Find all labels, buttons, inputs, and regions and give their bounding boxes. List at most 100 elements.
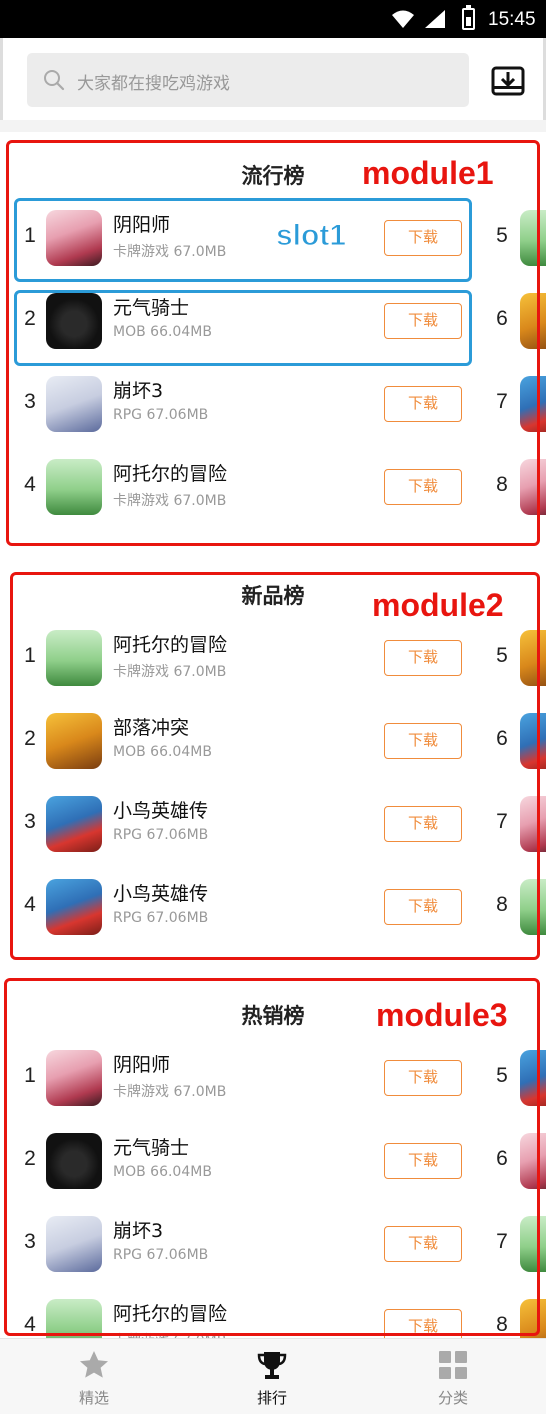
app-icon[interactable] — [520, 1050, 546, 1106]
download-button[interactable]: 下载 — [384, 889, 462, 925]
app-name: 阿托尔的冒险 — [113, 634, 228, 656]
download-button[interactable]: 下载 — [384, 469, 462, 505]
section-divider — [0, 120, 546, 132]
app-size: 67.06MB — [146, 1247, 209, 1263]
app-category: 卡牌游戏 — [113, 493, 169, 509]
rank-number: 5 — [496, 644, 508, 667]
app-row[interactable]: 4 小鸟英雄传 RPG 67.06MB 下载 — [0, 865, 480, 947]
rank-number: 6 — [496, 1147, 508, 1170]
app-category: RPG — [113, 1247, 143, 1263]
battery-icon — [462, 5, 475, 30]
rank-number: 3 — [24, 1230, 36, 1253]
rank-number: 2 — [24, 727, 36, 750]
nav-ranking[interactable]: 排行 — [212, 1339, 332, 1414]
nav-category[interactable]: 分类 — [393, 1339, 513, 1414]
app-row[interactable]: 3 小鸟英雄传 RPG 67.06MB 下载 — [0, 782, 480, 864]
app-category: RPG — [113, 827, 143, 843]
slot-annotation-box — [14, 290, 472, 366]
slot-annotation-label: slot1 — [275, 219, 347, 253]
app-name: 崩坏3 — [113, 1220, 164, 1242]
next-column-peek: 7 — [492, 1202, 546, 1284]
app-icon[interactable] — [520, 630, 546, 686]
app-row[interactable]: 2 部落冲突 MOB 66.04MB 下载 — [0, 699, 480, 781]
next-column-peek: 8 — [492, 865, 546, 947]
rank-number: 6 — [496, 727, 508, 750]
nav-label: 精选 — [78, 1389, 109, 1407]
download-manager-icon[interactable] — [491, 66, 525, 96]
app-icon[interactable] — [520, 376, 546, 432]
app-icon[interactable] — [520, 713, 546, 769]
app-size: 67.0MB — [173, 493, 227, 509]
app-meta: 卡牌游戏 67.0MB — [113, 490, 226, 510]
app-size: 67.06MB — [146, 407, 209, 423]
top-bar: 大家都在搜吃鸡游戏 — [0, 38, 546, 120]
app-icon[interactable] — [46, 1050, 102, 1106]
app-icon[interactable] — [46, 630, 102, 686]
next-column-peek: 5 — [492, 1036, 546, 1118]
rank-number: 4 — [24, 473, 36, 496]
app-meta: MOB 66.04MB — [113, 744, 212, 760]
app-row[interactable]: 3 崩坏3 RPG 67.06MB 下载 — [0, 362, 480, 444]
nav-featured[interactable]: 精选 — [34, 1339, 154, 1414]
next-column-peek: 7 — [492, 782, 546, 864]
module-annotation-label: module2 — [372, 587, 504, 623]
app-icon[interactable] — [46, 879, 102, 935]
next-column-peek: 8 — [492, 445, 546, 527]
app-name: 阿托尔的冒险 — [113, 463, 228, 485]
app-icon[interactable] — [520, 879, 546, 935]
app-row[interactable]: 2 元气骑士 MOB 66.04MB 下载 — [0, 1119, 480, 1201]
app-row[interactable]: 1 阴阳师 卡牌游戏 67.0MB 下载 — [0, 1036, 480, 1118]
rank-number: 5 — [496, 224, 508, 247]
app-category: RPG — [113, 910, 143, 926]
app-name: 小鸟英雄传 — [113, 883, 209, 905]
app-icon[interactable] — [520, 1133, 546, 1189]
rank-number: 4 — [24, 1313, 36, 1336]
next-column-peek: 6 — [492, 1119, 546, 1201]
app-icon[interactable] — [46, 796, 102, 852]
download-button[interactable]: 下载 — [384, 1143, 462, 1179]
app-size: 67.0MB — [173, 664, 227, 680]
app-size: 66.04MB — [150, 1164, 212, 1180]
app-row[interactable]: 4 阿托尔的冒险卡牌游戏 67.0MB 下载 — [0, 445, 480, 527]
download-button[interactable]: 下载 — [384, 1060, 462, 1096]
app-meta: RPG 67.06MB — [113, 827, 208, 843]
download-button[interactable]: 下载 — [384, 723, 462, 759]
app-icon[interactable] — [46, 1216, 102, 1272]
app-icon[interactable] — [46, 713, 102, 769]
app-row[interactable]: 4 阿托尔的冒险卡牌游戏 67.0MB 下载 — [0, 1285, 480, 1338]
app-row[interactable]: 1 阿托尔的冒险 卡牌游戏 67.0MB 下载 — [0, 616, 480, 698]
rank-number: 8 — [496, 893, 508, 916]
app-icon[interactable] — [520, 459, 546, 515]
app-icon[interactable] — [520, 293, 546, 349]
rank-number: 7 — [496, 1230, 508, 1253]
app-row[interactable]: 3 崩坏3 RPG 67.06MB 下载 — [0, 1202, 480, 1284]
app-icon[interactable] — [520, 796, 546, 852]
download-button[interactable]: 下载 — [384, 806, 462, 842]
bottom-nav: 精选 排行 分类 — [0, 1338, 546, 1414]
grid-icon — [439, 1351, 467, 1379]
app-meta: 卡牌游戏 67.0MB — [113, 1330, 226, 1338]
app-meta: 卡牌游戏 67.0MB — [113, 661, 226, 681]
download-button[interactable]: 下载 — [384, 640, 462, 676]
app-size: 67.06MB — [146, 827, 209, 843]
nav-label: 排行 — [256, 1389, 287, 1407]
trophy-icon — [257, 1352, 287, 1379]
rank-number: 8 — [496, 473, 508, 496]
app-icon[interactable] — [46, 459, 102, 515]
app-icon[interactable] — [46, 1133, 102, 1189]
app-icon[interactable] — [520, 1216, 546, 1272]
download-button[interactable]: 下载 — [384, 1309, 462, 1338]
app-icon[interactable] — [520, 1299, 546, 1338]
next-column-peek: 6 — [492, 279, 546, 361]
rank-number: 6 — [496, 307, 508, 330]
rank-number: 3 — [24, 390, 36, 413]
status-time: 15:45 — [488, 9, 536, 30]
download-button[interactable]: 下载 — [384, 386, 462, 422]
module-annotation-label: module1 — [362, 155, 494, 191]
app-icon[interactable] — [46, 376, 102, 432]
search-input[interactable]: 大家都在搜吃鸡游戏 — [27, 53, 469, 107]
rank-number: 4 — [24, 893, 36, 916]
app-icon[interactable] — [46, 1299, 102, 1338]
download-button[interactable]: 下载 — [384, 1226, 462, 1262]
app-icon[interactable] — [520, 210, 546, 266]
